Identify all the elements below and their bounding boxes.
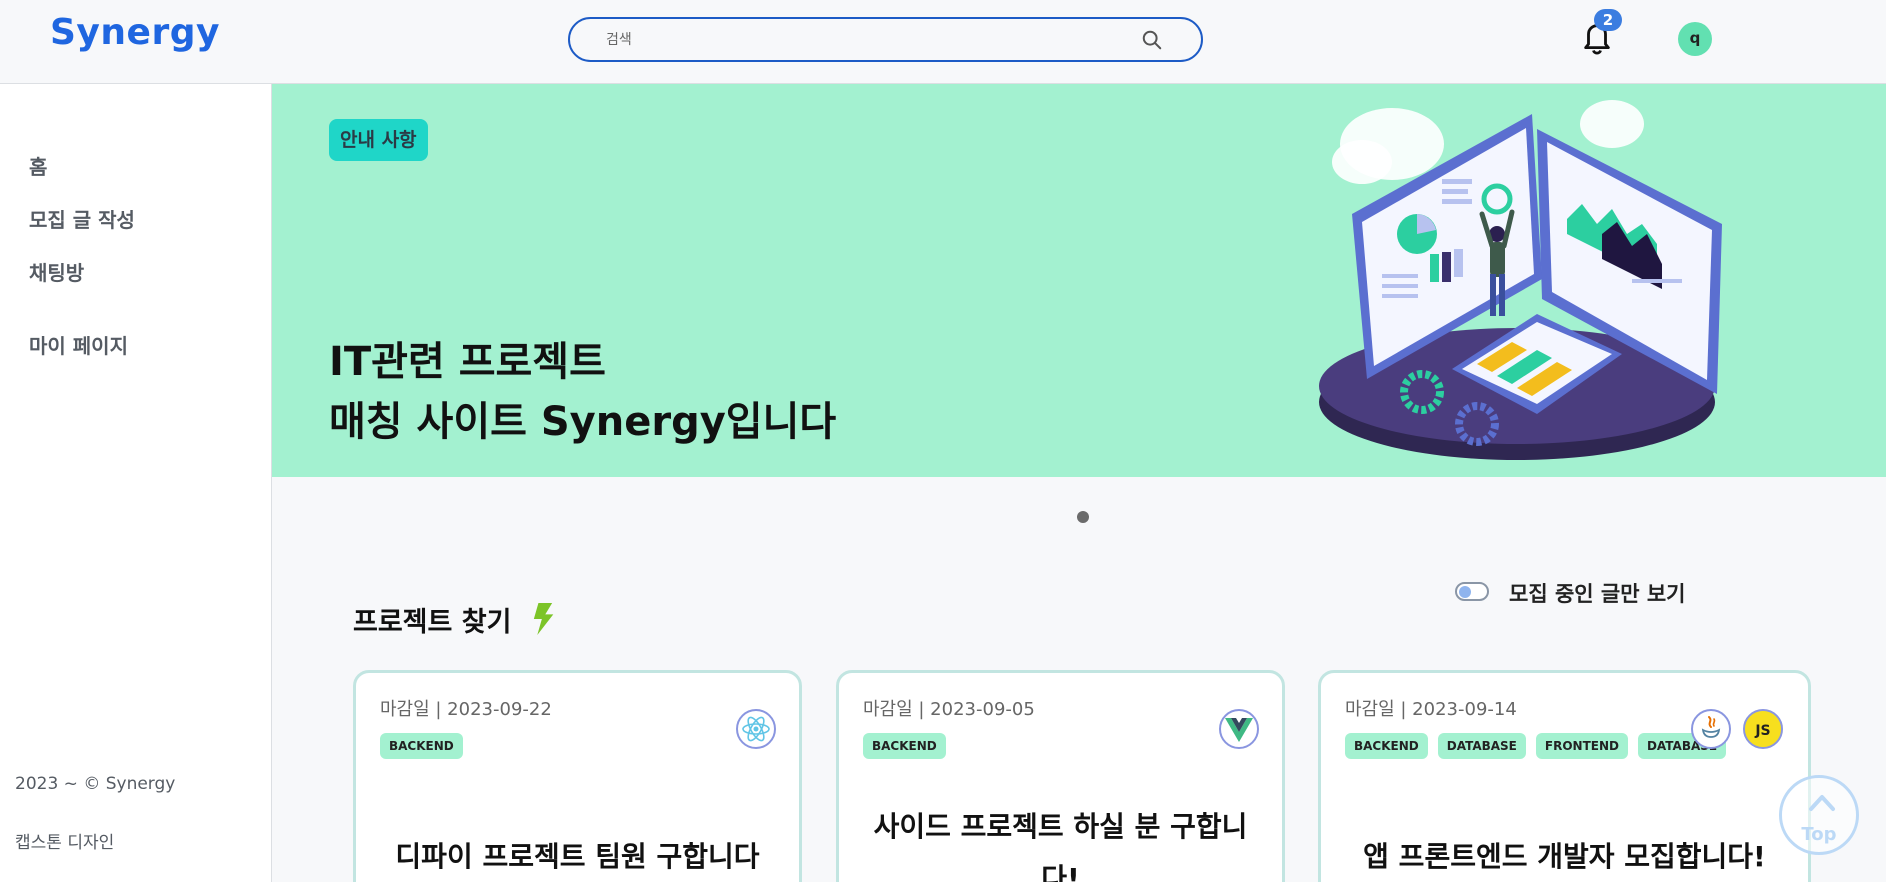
scroll-top-button[interactable]: Top: [1779, 775, 1859, 855]
vue-icon: [1219, 709, 1259, 749]
card-title: 사이드 프로젝트 하실 분 구합니다!: [873, 810, 1248, 882]
banner-title-line1: IT관련 프로젝트: [329, 339, 606, 385]
sidebar: 홈 모집 글 작성 채팅방 마이 페이지 2023 ~ © Synergy 캡스…: [0, 84, 272, 882]
notification-badge: 2: [1594, 9, 1622, 31]
tag-list: BACKEND: [863, 733, 946, 759]
top-header: Synergy 2 q: [0, 0, 1886, 84]
analytics-illustration: [1319, 100, 1722, 460]
svg-text:JS: JS: [1754, 723, 1770, 739]
scroll-top-label: Top: [1801, 824, 1837, 845]
toggle-knob: [1459, 586, 1471, 598]
search-input[interactable]: [606, 27, 1126, 53]
tag: BACKEND: [1345, 733, 1428, 759]
hero-banner: 안내 사항 IT관련 프로젝트 매칭 사이트 Synergy입니다: [272, 84, 1886, 477]
avatar[interactable]: q: [1678, 22, 1712, 56]
notice-badge[interactable]: 안내 사항: [329, 119, 428, 161]
footer-subtitle: 캡스톤 디자인: [15, 833, 115, 853]
chevron-up-icon: [1809, 795, 1835, 811]
javascript-icon: JS: [1743, 709, 1783, 749]
sidebar-item-my-page[interactable]: 마이 페이지: [29, 330, 128, 359]
lightning-icon: [533, 603, 554, 635]
sidebar-item-write-post[interactable]: 모집 글 작성: [29, 204, 135, 233]
banner-title-line2: 매칭 사이트 Synergy입니다: [329, 399, 837, 445]
search-icon[interactable]: [1141, 29, 1163, 51]
sidebar-item-chat[interactable]: 채팅방: [29, 257, 84, 286]
recruiting-only-toggle[interactable]: [1455, 582, 1489, 601]
sidebar-item-home[interactable]: 홈: [29, 151, 47, 180]
tag: FRONTEND: [1535, 733, 1628, 759]
card-title: 디파이 프로젝트 팀원 구합니다: [395, 840, 760, 873]
project-card[interactable]: 마감일 | 2023-09-14 BACKEND DATABASE FRONTE…: [1318, 670, 1811, 882]
logo[interactable]: Synergy: [50, 12, 220, 53]
project-card[interactable]: 마감일 | 2023-09-05 BACKEND 사이드 프로젝트 하실 분 구…: [836, 670, 1285, 882]
search-bar[interactable]: [568, 17, 1203, 62]
banner-title: IT관련 프로젝트 매칭 사이트 Synergy입니다: [329, 332, 836, 452]
project-card[interactable]: 마감일 | 2023-09-22 BACKEND 디파이 프로젝트 팀원 구합니…: [353, 670, 802, 882]
footer-copyright: 2023 ~ © Synergy: [15, 774, 176, 794]
tag: BACKEND: [380, 733, 463, 759]
carousel-dot[interactable]: [1077, 511, 1089, 523]
card-deadline: 마감일 | 2023-09-05: [863, 699, 1035, 720]
tag-list: BACKEND: [380, 733, 463, 759]
card-deadline: 마감일 | 2023-09-22: [380, 699, 552, 720]
tag: BACKEND: [863, 733, 946, 759]
tag: DATABASE: [1437, 733, 1526, 759]
card-title: 앱 프론트엔드 개발자 모집합니다!: [1363, 840, 1766, 873]
section-title: 프로젝트 찾기: [353, 607, 512, 638]
card-deadline: 마감일 | 2023-09-14: [1345, 699, 1517, 720]
react-icon: [736, 709, 776, 749]
toggle-label: 모집 중인 글만 보기: [1509, 582, 1686, 606]
tag-list: BACKEND DATABASE FRONTEND DATABASE: [1345, 733, 1727, 759]
java-icon: [1691, 709, 1731, 749]
